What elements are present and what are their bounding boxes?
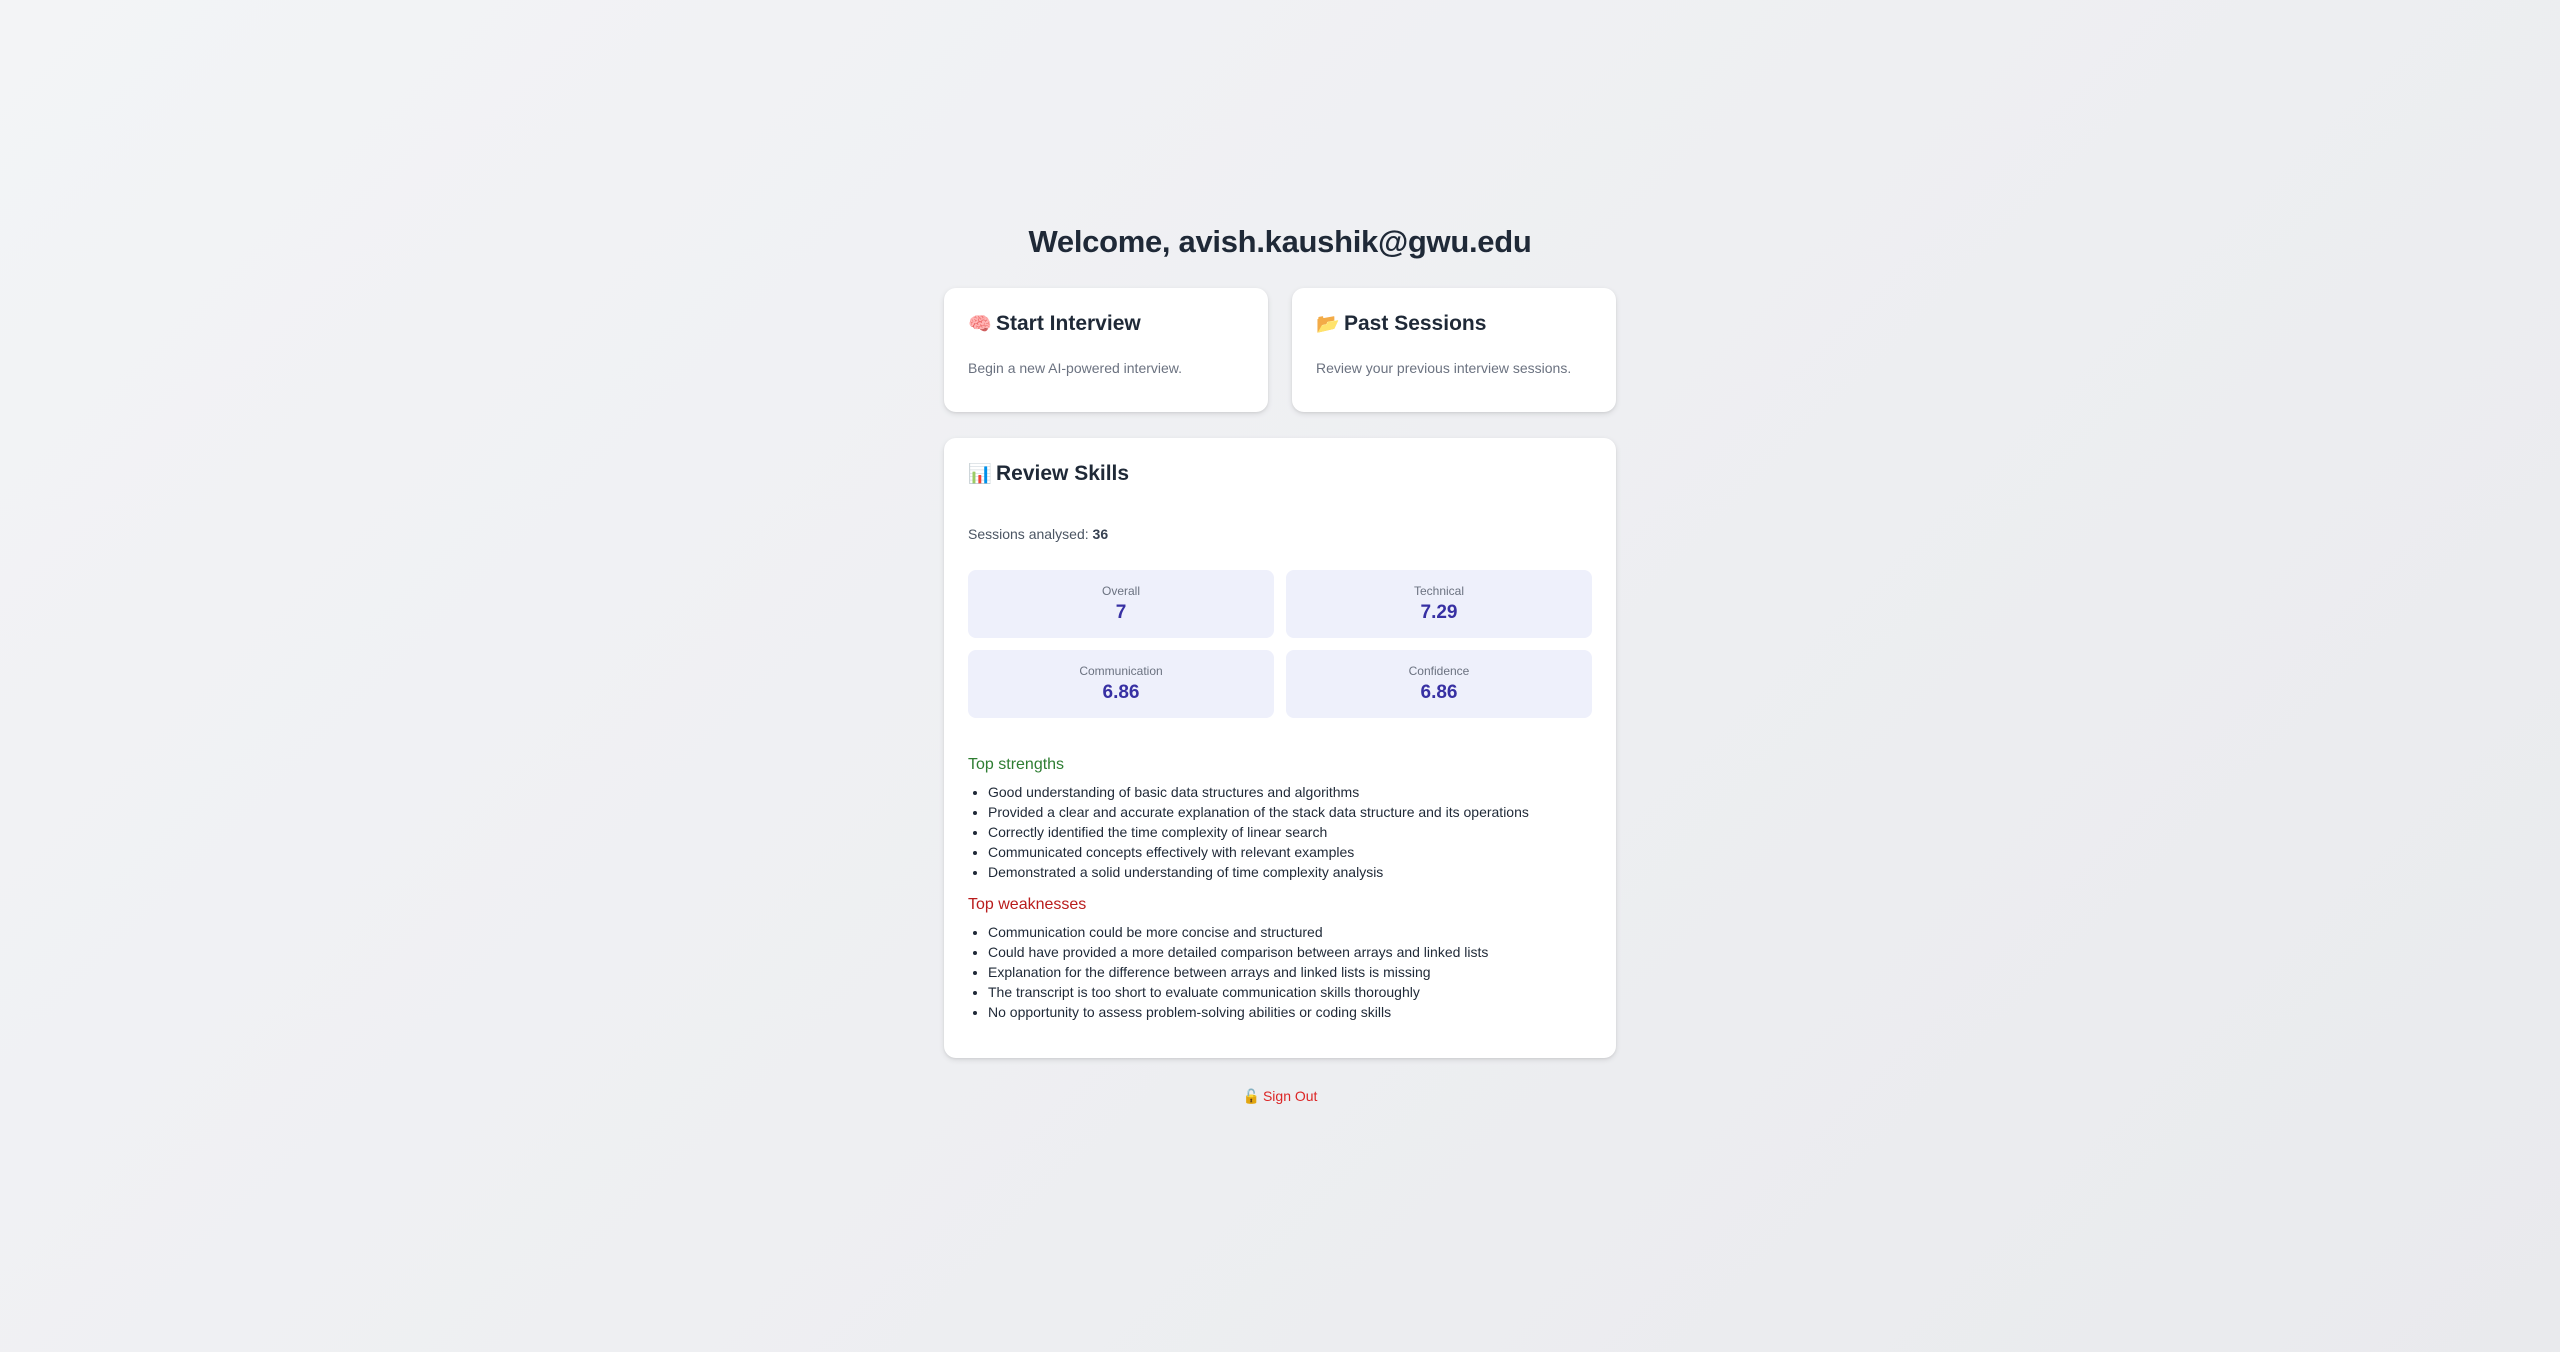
review-skills-title: Review Skills [996, 462, 1130, 485]
start-interview-heading: 🧠 Start Interview [968, 312, 1244, 336]
top-strengths-heading: Top strengths [968, 756, 1065, 773]
brain-icon: 🧠 [968, 314, 992, 335]
list-item: No opportunity to assess problem-solving… [988, 1002, 1592, 1022]
list-item: Communication could be more concise and … [988, 922, 1592, 942]
sessions-analysed-label: Sessions analysed: [968, 526, 1089, 542]
list-item: Provided a clear and accurate explanatio… [988, 802, 1592, 822]
past-sessions-title: Past Sessions [1344, 312, 1487, 335]
metric-value: 7.29 [1420, 602, 1458, 623]
metric-confidence: Confidence 6.86 [1286, 650, 1592, 718]
metric-technical: Technical 7.29 [1286, 570, 1592, 638]
list-item: Correctly identified the time complexity… [988, 822, 1592, 842]
metric-communication: Communication 6.86 [968, 650, 1274, 718]
past-sessions-card[interactable]: 📂 Past Sessions Review your previous int… [1292, 288, 1616, 412]
list-item: Demonstrated a solid understanding of ti… [988, 862, 1592, 882]
folder-icon: 📂 [1316, 314, 1340, 335]
list-item: Good understanding of basic data structu… [988, 782, 1592, 802]
start-interview-title: Start Interview [996, 312, 1141, 335]
metric-value: 6.86 [1102, 682, 1140, 703]
metric-label: Communication [1079, 664, 1163, 678]
top-weaknesses-heading: Top weaknesses [968, 896, 1087, 913]
metric-label: Overall [1101, 584, 1140, 598]
sign-out-label: Sign Out [1262, 1088, 1318, 1104]
past-sessions-description: Review your previous interview sessions. [1316, 360, 1572, 376]
past-sessions-heading: 📂 Past Sessions [1316, 312, 1592, 336]
weaknesses-list: Communication could be more concise and … [968, 922, 1592, 1022]
review-skills-heading: 📊 Review Skills [968, 462, 1592, 486]
sessions-analysed-count: 36 [1092, 526, 1109, 542]
unlock-icon: 🔓 [1242, 1088, 1260, 1104]
page-title: Welcome, avish.kaushik@gwu.edu [1028, 224, 1532, 259]
metric-overall: Overall 7 [968, 570, 1274, 638]
metric-label: Technical [1413, 584, 1465, 598]
sign-out-button[interactable]: 🔓 Sign Out [944, 1088, 1616, 1105]
list-item: The transcript is too short to evaluate … [988, 982, 1592, 1002]
start-interview-description: Begin a new AI-powered interview. [968, 360, 1183, 376]
metric-value: 7 [1115, 602, 1127, 623]
bar-chart-icon: 📊 [968, 464, 992, 485]
strengths-list: Good understanding of basic data structu… [968, 782, 1592, 882]
metric-label: Confidence [1408, 664, 1470, 678]
sessions-analysed: Sessions analysed: 36 [968, 526, 1592, 542]
start-interview-card[interactable]: 🧠 Start Interview Begin a new AI-powered… [944, 288, 1268, 412]
list-item: Could have provided a more detailed comp… [988, 942, 1592, 962]
list-item: Explanation for the difference between a… [988, 962, 1592, 982]
review-skills-card: 📊 Review Skills Sessions analysed: 36 Ov… [944, 438, 1616, 1058]
metrics-grid: Overall 7 Technical 7.29 Communication 6… [968, 570, 1592, 718]
metric-value: 6.86 [1420, 682, 1458, 703]
list-item: Communicated concepts effectively with r… [988, 842, 1592, 862]
